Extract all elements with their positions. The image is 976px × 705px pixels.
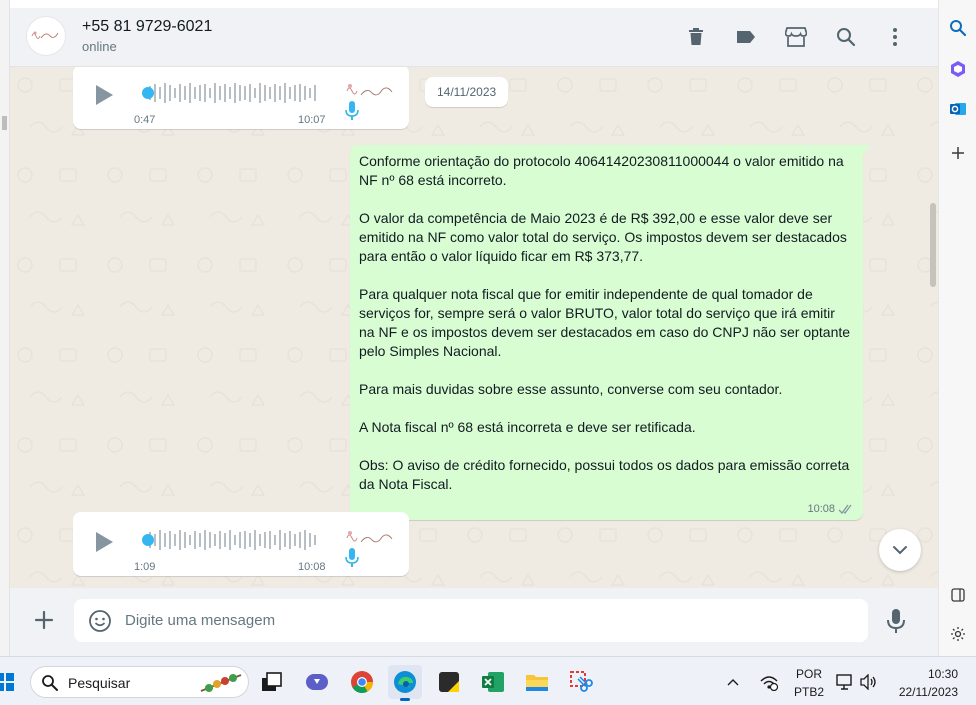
chevron-down-icon bbox=[893, 546, 907, 555]
outlook-icon[interactable] bbox=[946, 97, 970, 121]
voice-duration: 1:09 bbox=[134, 561, 156, 573]
attach-button[interactable] bbox=[32, 608, 56, 637]
search-label: Pesquisar bbox=[68, 675, 131, 691]
message-list[interactable]: 0:47 10:07 14/11/2023 Conforme orientaçã… bbox=[10, 67, 938, 588]
mic-icon bbox=[887, 609, 905, 633]
clock-date: 22/11/2023 bbox=[898, 685, 958, 699]
taskbar: Pesquisar POR PTB2 10:30 22/11/2023 bbox=[0, 656, 976, 705]
message-paragraph: A Nota fiscal nº 68 está incorreta e dev… bbox=[359, 419, 696, 435]
scrollbar-thumb[interactable] bbox=[930, 203, 936, 287]
background-window-mark bbox=[2, 116, 7, 130]
message-paragraph: O valor da competência de Maio 2023 é de… bbox=[359, 210, 847, 264]
message-paragraph: Para qualquer nota fiscal que for emitir… bbox=[359, 286, 851, 359]
language-code: POR bbox=[795, 667, 822, 681]
emoji-icon bbox=[89, 610, 111, 632]
message-paragraph: Conforme orientação do protocolo 4064142… bbox=[359, 153, 844, 188]
edge-icon[interactable] bbox=[388, 665, 422, 701]
scroll-to-bottom-button[interactable] bbox=[879, 529, 921, 571]
voice-message[interactable]: 0:47 10:07 bbox=[73, 67, 409, 129]
play-icon[interactable] bbox=[93, 530, 115, 559]
task-view-icon[interactable] bbox=[255, 665, 289, 699]
play-icon[interactable] bbox=[93, 83, 115, 112]
voice-message[interactable]: 1:09 10:08 bbox=[73, 512, 409, 576]
emoji-button[interactable] bbox=[88, 609, 112, 638]
contact-status: online bbox=[82, 39, 117, 54]
message-composer bbox=[10, 588, 938, 656]
file-explorer-icon[interactable] bbox=[520, 665, 554, 699]
settings-icon[interactable] bbox=[946, 622, 970, 646]
language-indicator[interactable]: POR PTB2 bbox=[791, 667, 827, 699]
waveform-icon[interactable] bbox=[141, 528, 319, 552]
app-icon[interactable] bbox=[432, 665, 466, 699]
store-icon[interactable] bbox=[782, 23, 810, 51]
date-chip: 14/11/2023 bbox=[425, 77, 509, 107]
mic-icon bbox=[345, 101, 359, 126]
clock[interactable]: 10:30 22/11/2023 bbox=[886, 667, 966, 699]
avatar[interactable] bbox=[26, 16, 66, 56]
add-icon[interactable] bbox=[946, 141, 970, 165]
chat-header[interactable]: +55 81 9729-6021 online bbox=[10, 8, 938, 67]
search-highlight-icon bbox=[200, 674, 242, 692]
message-time: 10:08 bbox=[807, 503, 835, 515]
waveform-icon[interactable] bbox=[141, 81, 319, 105]
browser-sidebar bbox=[938, 0, 976, 656]
message-time: 10:08 bbox=[298, 561, 326, 573]
network-icon[interactable] bbox=[755, 665, 783, 699]
copilot-icon[interactable] bbox=[946, 57, 970, 81]
outgoing-message[interactable]: Conforme orientação do protocolo 4064142… bbox=[350, 145, 871, 520]
search-icon bbox=[42, 675, 58, 691]
sidebar-toggle-icon[interactable] bbox=[946, 583, 970, 607]
chevron-up-icon[interactable] bbox=[721, 665, 745, 699]
mic-icon bbox=[345, 548, 359, 573]
voice-record-button[interactable] bbox=[886, 608, 906, 639]
edge-search-icon[interactable] bbox=[946, 16, 970, 40]
message-paragraph: Para mais duvidas sobre esse assunto, co… bbox=[359, 381, 783, 397]
display-icon[interactable] bbox=[834, 665, 856, 699]
keyboard-layout: PTB2 bbox=[793, 685, 824, 699]
double-check-icon bbox=[838, 504, 852, 514]
chrome-icon[interactable] bbox=[345, 665, 379, 699]
excel-icon[interactable] bbox=[476, 665, 510, 699]
bubble-tail bbox=[863, 145, 871, 155]
search-icon[interactable] bbox=[832, 23, 860, 51]
message-time: 10:07 bbox=[298, 114, 326, 126]
clock-time: 10:30 bbox=[927, 667, 958, 681]
voice-duration: 0:47 bbox=[134, 114, 156, 126]
menu-icon[interactable] bbox=[881, 23, 909, 51]
message-input[interactable] bbox=[74, 599, 868, 642]
teams-icon[interactable] bbox=[300, 665, 334, 699]
message-paragraph: Obs: O aviso de crédito fornecido, possu… bbox=[359, 457, 850, 492]
taskbar-search-box[interactable]: Pesquisar bbox=[30, 666, 249, 698]
message-meta: 10:08 bbox=[807, 503, 854, 515]
start-icon[interactable] bbox=[0, 665, 18, 699]
contact-name[interactable]: +55 81 9729-6021 bbox=[82, 18, 212, 36]
contact-logo-icon bbox=[31, 31, 59, 39]
label-icon[interactable] bbox=[732, 23, 760, 51]
plus-icon bbox=[34, 610, 54, 630]
delete-icon[interactable] bbox=[682, 23, 710, 51]
background-window-edge bbox=[0, 0, 10, 656]
snipping-tool-icon[interactable] bbox=[564, 665, 598, 699]
whatsapp-chat-pane: +55 81 9729-6021 online 0:47 10:07 14/11… bbox=[10, 8, 938, 656]
speaker-icon[interactable] bbox=[857, 665, 879, 699]
